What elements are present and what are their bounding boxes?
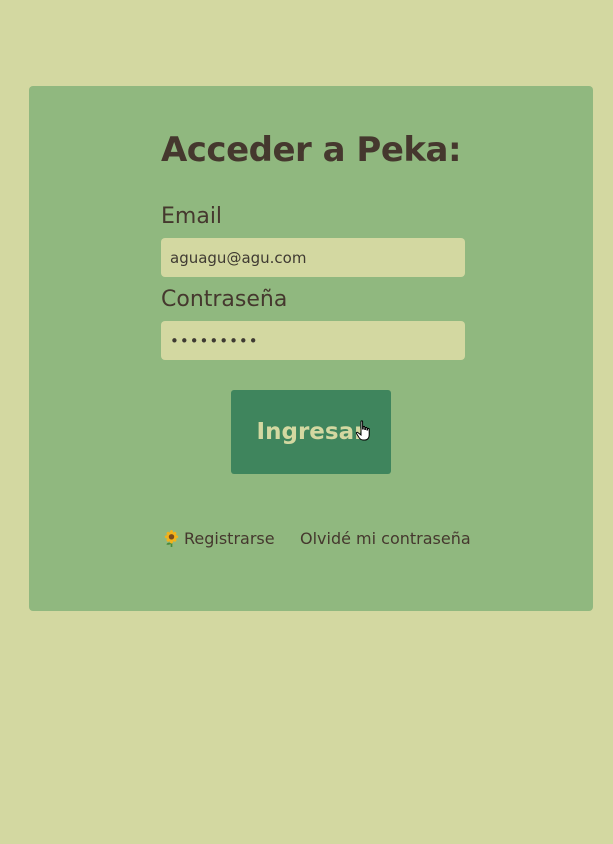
email-field[interactable] xyxy=(161,238,465,277)
login-card: Acceder a Peka: Email Contraseña Ingresa… xyxy=(29,86,593,611)
email-label: Email xyxy=(161,204,223,229)
password-label: Contraseña xyxy=(161,287,288,312)
login-button[interactable]: Ingresar xyxy=(231,390,391,474)
page-title: Acceder a Peka: xyxy=(160,130,462,170)
register-link[interactable]: Registrarse xyxy=(163,529,275,548)
forgot-password-link[interactable]: Olvidé mi contraseña xyxy=(300,529,471,548)
password-field[interactable] xyxy=(161,321,465,360)
register-label: Registrarse xyxy=(184,529,275,548)
sunflower-icon xyxy=(164,530,179,547)
